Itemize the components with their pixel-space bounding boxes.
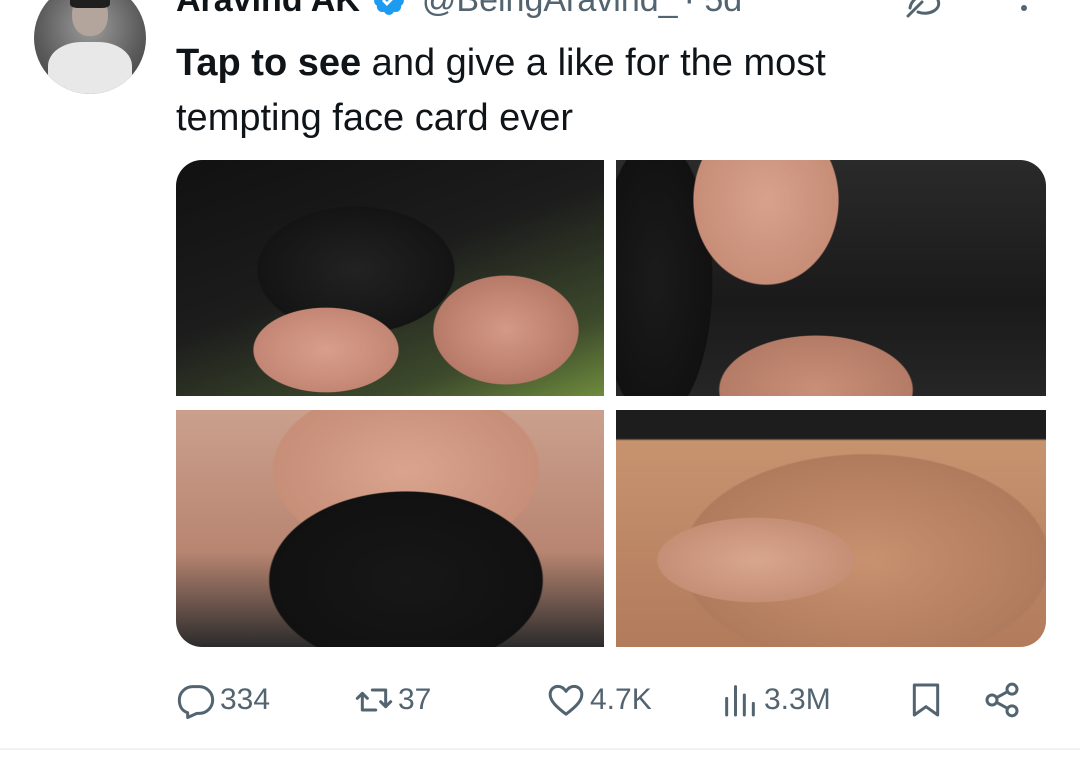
author-handle[interactable]: @BeingAravind_ [422, 0, 678, 20]
verified-badge-icon [374, 0, 404, 15]
media-image-3[interactable] [176, 410, 604, 647]
tweet-text: Tap to see and give a like for the most … [176, 36, 956, 146]
media-image-1[interactable] [176, 160, 604, 396]
bookmark-icon [912, 683, 940, 717]
repost-icon [355, 688, 393, 712]
grok-icon[interactable] [904, 0, 944, 20]
like-button[interactable]: 4.7K [546, 676, 652, 724]
author-name[interactable]: Aravind AK [176, 0, 360, 20]
reply-button[interactable]: 334 [176, 676, 270, 724]
avatar-shirt [48, 42, 132, 94]
tweet-time[interactable]: · 5d [684, 0, 743, 20]
share-button[interactable] [982, 676, 1022, 724]
tweet-text-bold: Tap to see [176, 42, 362, 84]
bookmark-button[interactable] [906, 676, 946, 724]
more-options-icon[interactable] [1012, 0, 1036, 28]
reply-count: 334 [220, 683, 271, 716]
reply-icon [177, 685, 215, 719]
repost-button[interactable]: 37 [354, 676, 431, 724]
tweet-header: Aravind AK @BeingAravind_ · 5d [176, 0, 742, 22]
media-grid[interactable] [176, 160, 1046, 647]
views-count: 3.3M [764, 683, 831, 716]
tweet-divider [0, 748, 1080, 750]
share-icon [985, 682, 1019, 718]
avatar[interactable] [34, 0, 146, 94]
like-count: 4.7K [590, 683, 652, 716]
repost-count: 37 [398, 683, 432, 716]
action-bar: 334 37 4.7K 3.3M [176, 676, 1036, 724]
media-image-4[interactable] [616, 410, 1046, 647]
like-icon [548, 684, 584, 716]
views-icon [725, 685, 755, 717]
views-button[interactable]: 3.3M [720, 676, 831, 724]
avatar-hair [70, 0, 110, 8]
media-image-2[interactable] [616, 160, 1046, 396]
